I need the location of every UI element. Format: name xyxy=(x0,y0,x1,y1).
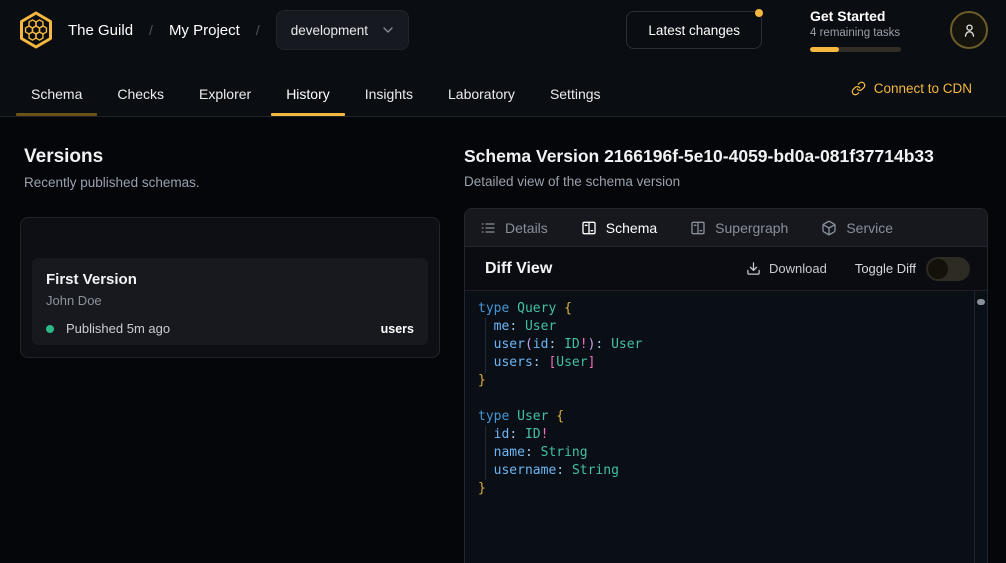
code-line: me: User xyxy=(478,318,963,336)
code-line: username: String xyxy=(478,462,963,480)
breadcrumb: The Guild / My Project / development xyxy=(68,10,409,50)
detail-tab-details[interactable]: Details xyxy=(480,220,548,236)
top-band: The Guild / My Project / development Lat… xyxy=(0,0,1006,117)
nav-tab-checks[interactable]: Checks xyxy=(102,72,179,116)
indent-guide xyxy=(485,426,486,480)
breadcrumb-project[interactable]: My Project xyxy=(169,22,240,39)
notification-dot xyxy=(755,9,763,17)
get-started-title: Get Started xyxy=(810,8,902,25)
nav-tab-insights[interactable]: Insights xyxy=(350,72,428,116)
version-item[interactable]: First Version John Doe Published 5m ago use… xyxy=(32,258,428,345)
get-started-progress-fill xyxy=(810,47,839,52)
nav-tabs: SchemaChecksExplorerHistoryInsightsLabor… xyxy=(16,60,616,116)
download-button[interactable]: Download xyxy=(746,261,827,276)
breadcrumb-org[interactable]: The Guild xyxy=(68,22,133,39)
get-started-subtitle: 4 remaining tasks xyxy=(810,26,902,41)
nav-tab-explorer[interactable]: Explorer xyxy=(184,72,266,116)
header: The Guild / My Project / development Lat… xyxy=(0,0,1006,60)
version-service-badge: users xyxy=(381,322,414,336)
chevron-down-icon xyxy=(380,22,396,38)
latest-changes-button[interactable]: Latest changes xyxy=(626,11,762,49)
version-author: John Doe xyxy=(46,293,414,308)
code-line: type Query { xyxy=(478,300,963,318)
code-line: users: [User] xyxy=(478,354,963,372)
version-name: First Version xyxy=(46,271,414,289)
connect-to-cdn-button[interactable]: Connect to CDN xyxy=(851,81,972,96)
version-status: Published 5m ago xyxy=(66,321,170,336)
versions-panel: Versions Recently published schemas. Fir… xyxy=(20,146,440,563)
header-right: Latest changes Get Started 4 remaining t… xyxy=(626,8,988,52)
detail-tab-supergraph[interactable]: Supergraph xyxy=(690,220,788,236)
cube-icon xyxy=(821,220,837,236)
code-line: } xyxy=(478,480,963,498)
published-status-dot xyxy=(46,325,54,333)
detail-tab-schema[interactable]: Schema xyxy=(581,220,657,236)
version-list: First Version John Doe Published 5m ago use… xyxy=(32,258,428,345)
breadcrumb-separator: / xyxy=(149,22,153,38)
code-scrollbar-thumb[interactable] xyxy=(977,299,985,305)
nav-tab-settings[interactable]: Settings xyxy=(535,72,616,116)
user-avatar[interactable] xyxy=(950,11,988,49)
target-select-value: development xyxy=(291,23,368,38)
indent-guide xyxy=(485,318,486,372)
detail-tab-bar: Details Schema Supergraph Service xyxy=(465,209,987,247)
diff-view-header: Diff View Download Toggle Diff xyxy=(465,247,987,291)
main-content: Versions Recently published schemas. Fir… xyxy=(0,117,1006,563)
detail-tab-label: Service xyxy=(846,220,893,236)
diff-panel-icon xyxy=(690,220,706,236)
code-scrollbar[interactable] xyxy=(974,291,987,563)
guild-logo[interactable] xyxy=(16,10,56,50)
download-icon xyxy=(746,261,761,276)
detail-panel: Details Schema Supergraph Service Diff View… xyxy=(464,208,988,563)
list-icon xyxy=(480,220,496,236)
code-lines: type Query { me: User user(id: ID!): Use… xyxy=(478,300,963,498)
diff-actions: Download Toggle Diff xyxy=(746,257,970,281)
version-meta: Published 5m ago users xyxy=(46,321,414,336)
main-nav: SchemaChecksExplorerHistoryInsightsLabor… xyxy=(0,60,1006,116)
code-line: name: String xyxy=(478,444,963,462)
detail-tab-label: Supergraph xyxy=(715,220,788,236)
nav-tab-history[interactable]: History xyxy=(271,72,345,116)
detail-tab-label: Schema xyxy=(606,220,657,236)
nav-tab-laboratory[interactable]: Laboratory xyxy=(433,72,530,116)
detail-tab-label: Details xyxy=(505,220,548,236)
version-detail-title: Schema Version 2166196f-5e10-4059-bd0a-0… xyxy=(464,146,988,167)
detail-tab-service[interactable]: Service xyxy=(821,220,893,236)
get-started-widget[interactable]: Get Started 4 remaining tasks xyxy=(810,8,902,52)
target-select[interactable]: development xyxy=(276,10,409,50)
link-icon xyxy=(851,81,866,96)
nav-tab-schema[interactable]: Schema xyxy=(16,72,97,116)
toggle-knob xyxy=(928,259,948,279)
version-detail-panel: Schema Version 2166196f-5e10-4059-bd0a-0… xyxy=(464,146,988,563)
code-line xyxy=(478,390,963,408)
diff-panel-icon xyxy=(581,220,597,236)
versions-subtitle: Recently published schemas. xyxy=(20,175,440,190)
versions-title: Versions xyxy=(20,146,440,168)
versions-card: First Version John Doe Published 5m ago use… xyxy=(20,217,440,358)
toggle-diff-label: Toggle Diff xyxy=(855,261,916,276)
get-started-progress xyxy=(810,47,901,52)
schema-code-viewer: type Query { me: User user(id: ID!): Use… xyxy=(465,291,987,563)
toggle-diff-switch[interactable] xyxy=(926,257,970,281)
person-icon xyxy=(961,22,978,39)
code-line: id: ID! xyxy=(478,426,963,444)
breadcrumb-separator: / xyxy=(256,22,260,38)
version-detail-subtitle: Detailed view of the schema version xyxy=(464,174,988,189)
diff-view-title: Diff View xyxy=(485,260,552,278)
code-line: user(id: ID!): User xyxy=(478,336,963,354)
code-line: } xyxy=(478,372,963,390)
code-line: type User { xyxy=(478,408,963,426)
